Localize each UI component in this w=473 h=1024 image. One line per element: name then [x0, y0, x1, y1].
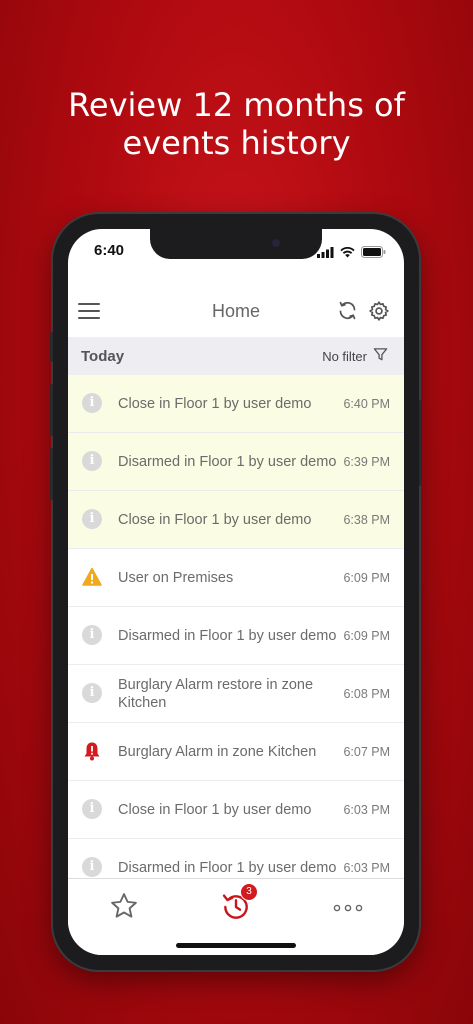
- list-item[interactable]: i Disarmed in Floor 1 by user demo 6:09 …: [68, 607, 404, 665]
- list-item[interactable]: i Close in Floor 1 by user demo 6:38 PM: [68, 491, 404, 549]
- star-icon: [108, 893, 140, 925]
- event-message: Close in Floor 1 by user demo: [118, 801, 312, 818]
- more-dots-icon: [333, 899, 363, 916]
- camera: [272, 239, 280, 247]
- info-icon: i: [82, 451, 102, 471]
- event-message: User on Premises: [118, 569, 234, 586]
- notch: [150, 229, 322, 259]
- headline-line-1: Review 12 months of: [68, 86, 405, 124]
- menu-icon[interactable]: [78, 303, 100, 319]
- event-time: 6:38 PM: [343, 512, 390, 527]
- event-time: 6:03 PM: [343, 802, 390, 817]
- refresh-icon[interactable]: [337, 300, 358, 327]
- event-time: 6:39 PM: [343, 454, 390, 469]
- info-icon: i: [82, 509, 102, 529]
- tab-more[interactable]: [333, 899, 363, 917]
- event-time: 6:09 PM: [343, 570, 390, 585]
- event-message: Disarmed in Floor 1 by user demo: [118, 453, 337, 470]
- volume-down-button: [50, 448, 53, 500]
- nav-bar: Home: [68, 281, 404, 337]
- battery-icon: [361, 245, 386, 263]
- filter-label: No filter: [322, 348, 367, 364]
- info-icon: i: [82, 683, 102, 703]
- list-item[interactable]: i Disarmed in Floor 1 by user demo 6:39 …: [68, 433, 404, 491]
- volume-up-button: [50, 384, 53, 436]
- headline-line-2: events history: [122, 124, 351, 162]
- event-message: Close in Floor 1 by user demo: [118, 395, 312, 412]
- filter-button[interactable]: No filter: [322, 347, 388, 365]
- silent-switch: [50, 332, 53, 362]
- section-header: Today No filter: [68, 337, 404, 375]
- headline: Review 12 months of events history: [0, 86, 473, 162]
- status-time: 6:40: [94, 242, 125, 259]
- list-item[interactable]: i Close in Floor 1 by user demo 6:40 PM: [68, 375, 404, 433]
- tab-bar: 3: [68, 878, 404, 955]
- wifi-icon: [340, 245, 355, 263]
- home-indicator[interactable]: [176, 943, 296, 948]
- event-message: Burglary Alarm in zone Kitchen: [118, 743, 317, 760]
- list-item[interactable]: User on Premises 6:09 PM: [68, 549, 404, 607]
- info-icon: i: [82, 799, 102, 819]
- event-time: 6:08 PM: [343, 686, 390, 701]
- phone-frame: 6:40 Home Today No filter i Close in Flo…: [50, 214, 422, 970]
- list-item[interactable]: i Burglary Alarm restore in zone Kitchen…: [68, 665, 404, 723]
- status-icons: [317, 245, 386, 263]
- list-item[interactable]: Burglary Alarm in zone Kitchen 6:07 PM: [68, 723, 404, 781]
- info-icon: i: [82, 625, 102, 645]
- list-item[interactable]: i Close in Floor 1 by user demo 6:03 PM: [68, 781, 404, 839]
- event-message: Burglary Alarm restore in zone Kitchen: [118, 676, 314, 711]
- event-time: 6:40 PM: [343, 396, 390, 411]
- filter-funnel-icon: [373, 347, 388, 365]
- event-list: i Close in Floor 1 by user demo 6:40 PM …: [68, 375, 404, 897]
- info-icon: i: [82, 857, 102, 877]
- tab-history[interactable]: 3: [220, 883, 258, 928]
- nav-actions: [337, 300, 390, 327]
- power-button: [419, 400, 422, 486]
- history-clock-icon: [220, 894, 252, 927]
- event-time: 6:07 PM: [343, 744, 390, 759]
- warning-icon: [82, 567, 102, 587]
- event-message: Close in Floor 1 by user demo: [118, 511, 312, 528]
- event-message: Disarmed in Floor 1 by user demo: [118, 627, 337, 644]
- phone-screen: 6:40 Home Today No filter i Close in Flo…: [68, 229, 404, 955]
- tab-favorites[interactable]: [108, 891, 140, 926]
- settings-gear-icon[interactable]: [368, 300, 390, 327]
- info-icon: i: [82, 393, 102, 413]
- alarm-bell-icon: [82, 741, 102, 761]
- history-badge: 3: [240, 883, 258, 901]
- section-title: Today: [81, 348, 125, 365]
- event-time: 6:09 PM: [343, 628, 390, 643]
